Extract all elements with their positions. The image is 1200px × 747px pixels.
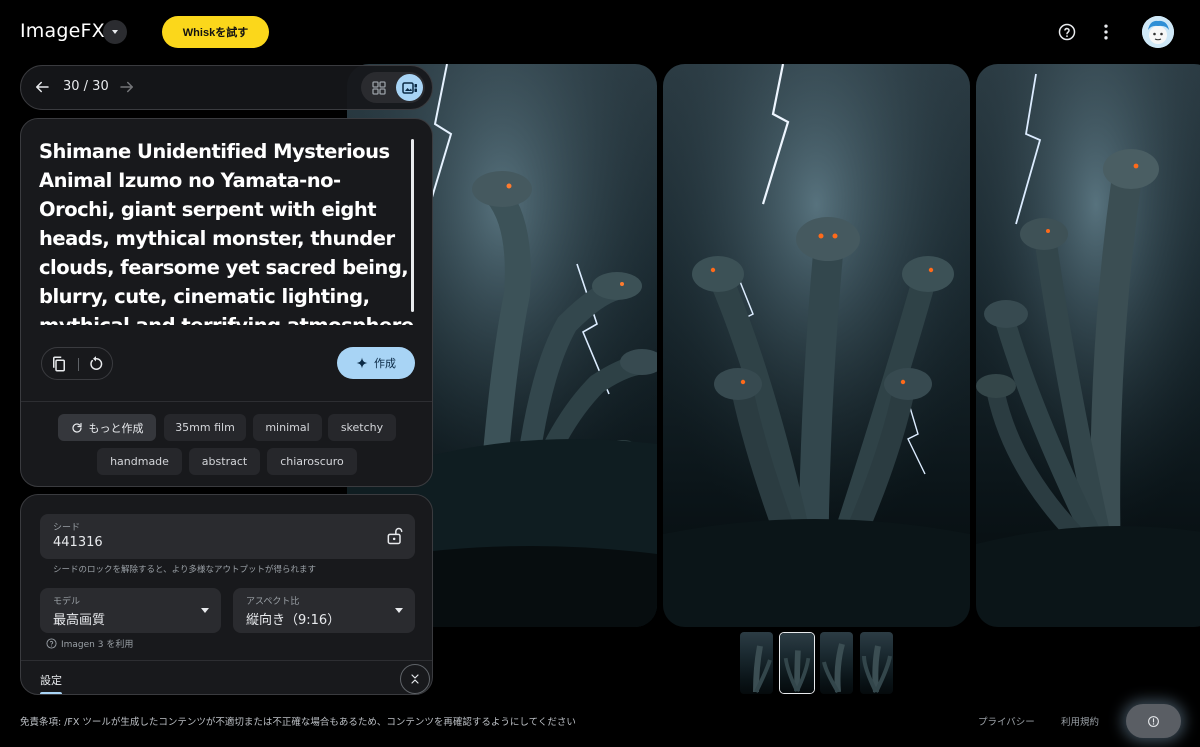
dropdown-arrow-icon — [395, 608, 403, 613]
style-chip-35mm-film[interactable]: 35mm film — [164, 414, 246, 441]
image-navigator: 30 / 30 — [20, 65, 433, 110]
seed-label: シード — [53, 523, 81, 533]
expand-settings-button[interactable] — [400, 664, 430, 694]
sparkle-icon — [356, 357, 368, 369]
try-whisk-button[interactable]: Whiskを試す — [162, 16, 269, 48]
create-button[interactable]: 作成 — [337, 347, 415, 379]
seed-help-text: シードのロックを解除すると、より多様なアウトプットが得られます — [53, 565, 316, 575]
refresh-icon — [71, 422, 82, 433]
feedback-button[interactable] — [1126, 704, 1181, 738]
settings-divider — [21, 660, 432, 661]
thumbnail-2-selected[interactable] — [779, 632, 815, 694]
carousel-view-icon — [401, 81, 417, 94]
terms-link[interactable]: 利用規約 — [1061, 714, 1099, 728]
reset-icon[interactable] — [87, 355, 105, 373]
style-chip-minimal[interactable]: minimal — [253, 414, 322, 441]
settings-tab[interactable]: 設定 — [40, 672, 62, 688]
style-chip-chiaroscuro[interactable]: chiaroscuro — [267, 448, 357, 475]
grid-icon — [372, 81, 386, 95]
view-mode-toggle — [361, 72, 425, 103]
generated-image-2[interactable] — [663, 64, 970, 627]
more-chip-button[interactable]: もっと作成 — [58, 414, 156, 441]
dropdown-arrow-icon — [201, 608, 209, 613]
style-chip-sketchy[interactable]: sketchy — [328, 414, 396, 441]
prompt-scrollbar[interactable] — [411, 139, 414, 312]
feedback-icon — [1148, 715, 1159, 727]
seed-field[interactable]: シード 441316 — [40, 514, 415, 559]
settings-tab-indicator — [40, 692, 62, 694]
prompt-tools-group — [41, 347, 113, 380]
chevron-down-icon — [112, 30, 118, 34]
create-button-label: 作成 — [374, 358, 396, 370]
thumbnail-1[interactable] — [740, 632, 773, 694]
grid-view-button[interactable] — [367, 76, 391, 100]
help-small-icon[interactable] — [46, 638, 57, 649]
thumbnail-3[interactable] — [820, 632, 853, 694]
privacy-link[interactable]: プライバシー — [978, 714, 1035, 728]
style-chip-handmade[interactable]: handmade — [97, 448, 182, 475]
more-chip-label: もっと作成 — [88, 421, 144, 435]
imagen-note: Imagen 3 を利用 — [46, 637, 133, 650]
arrow-forward-icon[interactable] — [118, 78, 136, 96]
prompt-panel: Shimane Unidentified Mysterious Animal I… — [20, 118, 433, 487]
disclaimer-text: 免責条項: /FX ツールが生成したコンテンツが不適切または不正確な場合もあるた… — [20, 717, 576, 728]
arrow-back-icon[interactable] — [33, 78, 51, 96]
aspect-value: 縦向き（9:16） — [246, 613, 341, 628]
model-select[interactable]: モデル 最高画質 — [40, 588, 221, 633]
model-label: モデル — [53, 597, 81, 607]
app-switcher-button[interactable] — [103, 20, 127, 44]
imagen-note-text: Imagen 3 を利用 — [61, 640, 134, 650]
style-chip-abstract[interactable]: abstract — [189, 448, 260, 475]
app-logo[interactable]: ImageFX — [20, 20, 105, 42]
unlock-icon[interactable] — [385, 526, 405, 546]
more-vert-icon[interactable] — [1096, 22, 1116, 42]
panel-divider — [21, 401, 432, 402]
generated-image-3[interactable] — [976, 64, 1200, 627]
image-counter: 30 / 30 — [63, 79, 109, 94]
tools-divider — [78, 358, 79, 371]
model-value: 最高画質 — [53, 613, 106, 628]
unfold-icon — [411, 674, 419, 684]
user-avatar[interactable] — [1142, 16, 1174, 48]
thumbnail-4[interactable] — [860, 632, 893, 694]
settings-panel: シード 441316 シードのロックを解除すると、より多様なアウトプットが得られ… — [20, 494, 433, 695]
single-view-button[interactable] — [396, 74, 423, 101]
aspect-ratio-select[interactable]: アスペクト比 縦向き（9:16） — [233, 588, 415, 633]
help-icon[interactable] — [1058, 23, 1076, 41]
copy-icon[interactable] — [50, 355, 68, 373]
prompt-textbox[interactable]: Shimane Unidentified Mysterious Animal I… — [39, 137, 415, 325]
seed-value: 441316 — [53, 535, 103, 550]
aspect-label: アスペクト比 — [246, 597, 300, 607]
